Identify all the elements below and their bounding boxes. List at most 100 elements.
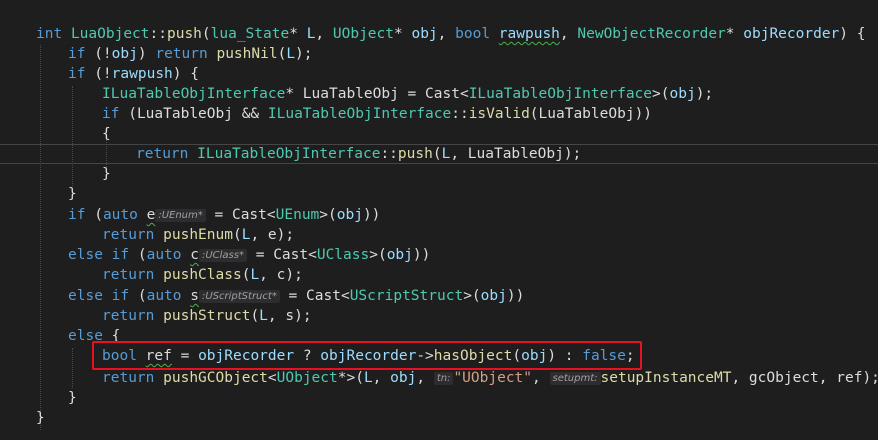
function-name: pushEnum (163, 227, 233, 243)
highlight-box (92, 341, 642, 370)
punct: )) (634, 106, 653, 122)
punct: < (308, 247, 317, 263)
keyword: if (111, 288, 130, 304)
punct: = (398, 86, 426, 102)
code-line-19[interactable]: } (68, 388, 77, 408)
punct: ) { (839, 26, 866, 42)
code-line-4[interactable]: ILuaTableObjInterface* LuaTableObj = Cas… (102, 84, 713, 104)
punct: ( (85, 207, 103, 223)
code-line-15[interactable]: return pushStruct(L, s); (102, 306, 312, 326)
keyword: return (102, 308, 155, 324)
variable: ref (836, 370, 863, 386)
code-line-2[interactable]: if (!obj) return pushNil(L); (68, 44, 313, 64)
type-name: UObject (332, 26, 394, 42)
code-line-7[interactable]: return ILuaTableObjInterface::push(L, Lu… (136, 144, 581, 164)
punct: ) { (172, 66, 199, 82)
keyword: auto (102, 207, 138, 223)
type-name: UObject (276, 370, 338, 386)
indent-guide (72, 86, 74, 186)
keyword: return (136, 146, 189, 162)
punct: , (259, 267, 277, 283)
type-hint: :UScriptStruct* (198, 290, 280, 303)
punct: ); (295, 46, 313, 62)
code-line-3[interactable]: if (!rawpush) { (68, 64, 199, 84)
punct: >( (463, 288, 481, 304)
punct: ); (294, 308, 312, 324)
type-name: lua_State (210, 26, 290, 42)
type-name: UScriptStruct (349, 288, 464, 304)
code-line-1[interactable]: int LuaObject::push(lua_State* L, UObjec… (36, 24, 865, 44)
punct: ); (563, 146, 582, 162)
brace: } (36, 410, 45, 426)
code-line-11[interactable]: return pushEnum(L, e); (102, 225, 294, 245)
code-line-20[interactable]: } (36, 408, 45, 428)
indent-guide (40, 45, 42, 430)
param: obj (411, 26, 438, 42)
variable: s (190, 288, 199, 304)
scope-op: :: (451, 106, 469, 122)
code-line-8[interactable]: } (102, 164, 111, 184)
punct: < (340, 288, 350, 304)
punct: , (315, 26, 333, 42)
param-name-hint: tn: (433, 372, 454, 385)
code-line-6[interactable]: { (102, 124, 111, 144)
param: rawpush (111, 66, 173, 82)
variable: c (190, 247, 199, 263)
brace: } (68, 186, 77, 202)
function-name: Cast (231, 207, 267, 223)
punct: ( (201, 26, 211, 42)
punct: ) (137, 46, 156, 62)
keyword: return (102, 370, 155, 386)
type-name: UClass (316, 247, 370, 263)
function-name: push (166, 26, 202, 42)
code-line-18[interactable]: return pushGCObject<UObject*>(L, obj, tn… (102, 368, 878, 388)
function-name: push (397, 146, 433, 162)
punct: < (266, 207, 276, 223)
code-line-5[interactable]: if (LuaTableObj && ILuaTableObjInterface… (102, 104, 652, 124)
code-line-14[interactable]: else if (auto s:UScriptStruct* = Cast<US… (68, 286, 524, 306)
punct: , (731, 370, 749, 386)
param: rawpush (498, 26, 560, 42)
code-line-9[interactable]: } (68, 184, 77, 204)
keyword: return (102, 267, 155, 283)
brace: } (68, 390, 77, 406)
punct: ( (119, 106, 137, 122)
function-name: pushStruct (163, 308, 251, 324)
punct: (! (85, 66, 112, 82)
keyword: if (68, 46, 86, 62)
code-line-13[interactable]: return pushClass(L, c); (102, 265, 303, 285)
code-editor[interactable]: int LuaObject::push(lua_State* L, UObjec… (0, 0, 878, 440)
punct: *>( (337, 370, 364, 386)
punct: ); (695, 86, 714, 102)
param: L (441, 146, 451, 162)
punct: ( (529, 106, 539, 122)
punct: )) (506, 288, 525, 304)
punct: = (246, 247, 274, 263)
keyword: if (68, 66, 86, 82)
function-name: Cast (425, 86, 460, 102)
code-line-12[interactable]: else if (auto c:UClass* = Cast<UClass>(o… (68, 245, 430, 265)
scope-op: :: (380, 146, 398, 162)
type-name: UEnum (275, 207, 320, 223)
keyword: if (102, 106, 120, 122)
punct: && (232, 106, 268, 122)
punct: , (532, 370, 550, 386)
param: obj (386, 247, 413, 263)
punct: ); (276, 227, 295, 243)
punct: (! (85, 46, 112, 62)
type-hint: :UEnum* (155, 209, 206, 222)
variable: LuaTableObj (467, 146, 564, 162)
type-name: NewObjectRecorder (577, 26, 726, 42)
code-line-10[interactable]: if (auto e:UEnum* = Cast<UEnum>(obj)) (68, 205, 380, 225)
type-name: ILuaTableObjInterface (102, 86, 286, 102)
punct: * (289, 26, 307, 42)
punct: >( (319, 207, 337, 223)
param: obj (336, 207, 363, 223)
class-name: LuaObject (70, 26, 150, 42)
function-name: pushGCObject (163, 370, 268, 386)
